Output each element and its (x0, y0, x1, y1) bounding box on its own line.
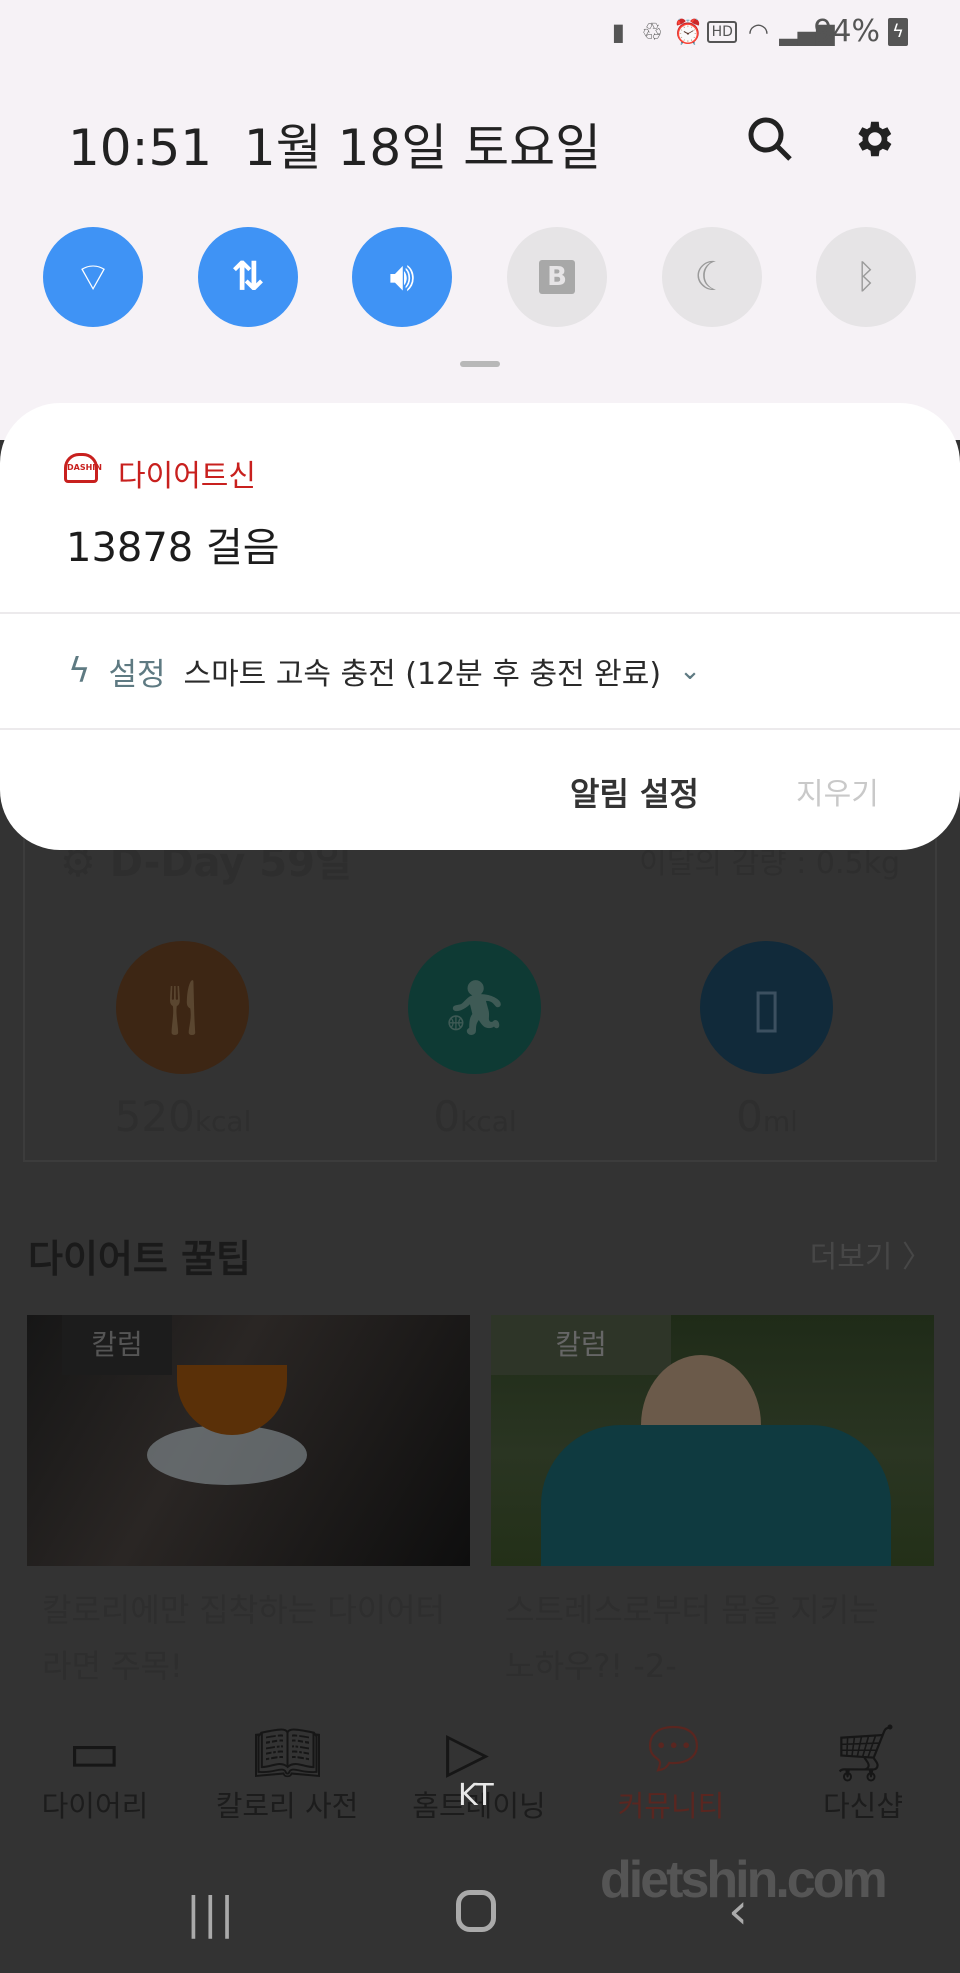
water-unit: ml (762, 1105, 798, 1138)
more-link[interactable]: 더보기 〉 (810, 1232, 932, 1276)
nav-diary[interactable]: 다이어리 (0, 1783, 190, 1825)
divider (0, 728, 960, 730)
carrier-label: KT (458, 1778, 494, 1813)
article-image-1[interactable]: 칼럼 (27, 1315, 470, 1566)
recents-button[interactable]: ||| (186, 1888, 236, 1939)
charging-text: 스마트 고속 충전 (12분 후 충전 완료) (183, 657, 662, 692)
bixby-routines-toggle[interactable]: B (507, 227, 607, 327)
article-tag: 칼럼 (62, 1315, 172, 1375)
notification-app-name: 다이어트신 (118, 459, 256, 494)
moon-icon: ☾ (694, 254, 730, 300)
notification-settings-button[interactable]: 알림 설정 (570, 769, 699, 815)
wifi-icon: ⌔ (74, 255, 112, 301)
water-button[interactable]: ▯ (700, 941, 833, 1074)
cart-icon: 🛒︎ (830, 1721, 902, 1786)
clock-date: 10:51 1월 18일 토요일 (68, 108, 601, 180)
wallet-icon: ▭ (68, 1720, 121, 1785)
charging-app-name: 설정 (108, 656, 166, 693)
exercise-kcal: 0kcal (375, 1092, 575, 1141)
meal-button[interactable]: 🍴︎ (116, 941, 249, 1074)
notification-card[interactable]: DASHIN 다이어트신 13878 걸음 ϟ 설정 스마트 고속 충전 (12… (0, 403, 960, 850)
book-icon: 📖︎ (252, 1721, 324, 1786)
exercise-unit: kcal (460, 1105, 517, 1138)
wifi-icon: ◠ (747, 17, 769, 46)
bixby-icon: B (539, 260, 575, 294)
nav-community[interactable]: 커뮤니티 (576, 1783, 766, 1825)
battery-saver-icon: ▮ (611, 17, 625, 46)
mobile-data-toggle[interactable]: ⇅ (198, 227, 298, 327)
video-play-icon: ▷ (446, 1720, 490, 1785)
bluetooth-icon: ᛒ (855, 257, 877, 297)
sound-toggle[interactable]: 🔊︎ (352, 227, 452, 327)
charging-notification[interactable]: ϟ 설정 스마트 고속 충전 (12분 후 충전 완료) ⌄ (0, 614, 960, 728)
search-icon[interactable] (745, 114, 795, 164)
signal-icon: ▂▄▆ (779, 17, 835, 46)
home-button[interactable] (456, 1890, 496, 1932)
notification-text: 13878 걸음 (66, 525, 280, 571)
gear-icon[interactable] (850, 116, 896, 162)
lightning-icon: ϟ (68, 651, 91, 691)
glass-icon: ▯ (751, 976, 782, 1039)
chevron-right-icon: 〉 (902, 1240, 932, 1275)
speaker-icon: 🔊︎ (389, 254, 415, 300)
meal-kcal: 520kcal (83, 1092, 283, 1141)
meal-value: 520 (114, 1092, 195, 1141)
alarm-icon: ⏰ (673, 17, 704, 46)
water-value: 0 (736, 1092, 763, 1141)
tips-title: 다이어트 꿀팁 (28, 1237, 251, 1281)
recycle-icon: ♲ (641, 17, 664, 46)
status-bar: ▮ ♲ ⏰ HD ◠ ▂▄▆ 94% ϟ (605, 14, 908, 49)
dashin-logo-icon: DASHIN (64, 453, 102, 483)
data-arrows-icon: ⇅ (231, 254, 265, 300)
article-image-2[interactable]: 칼럼 (491, 1315, 934, 1566)
fruit-shape (177, 1365, 287, 1435)
more-label: 더보기 (809, 1240, 893, 1275)
battery-charging-icon: ϟ (888, 17, 908, 46)
date[interactable]: 1월 18일 토요일 (244, 119, 601, 177)
battery-percent: 94% (813, 14, 880, 49)
wifi-toggle[interactable]: ⌔ (43, 227, 143, 327)
water-ml: 0ml (667, 1092, 867, 1141)
notification-shade (0, 0, 960, 440)
clock[interactable]: 10:51 (68, 119, 212, 177)
back-button[interactable]: ‹ (728, 1882, 748, 1940)
exercise-button[interactable]: ⛹︎ (408, 941, 541, 1074)
night-mode-toggle[interactable]: ☾ (662, 227, 762, 327)
person-body (541, 1425, 891, 1566)
chat-icon: 💬︎ (638, 1717, 710, 1782)
squat-icon: ⛹︎ (440, 976, 509, 1039)
exercise-value: 0 (433, 1092, 461, 1141)
article-tag: 칼럼 (491, 1315, 671, 1375)
article-title-1[interactable]: 칼로리에만 집착하는 다이어터라면 주목! (42, 1582, 452, 1694)
chevron-down-icon[interactable]: ⌄ (679, 656, 701, 686)
expand-handle[interactable] (460, 361, 500, 367)
bluetooth-toggle[interactable]: ᛒ (816, 227, 916, 327)
article-title-2[interactable]: 스트레스로부터 몸을 지키는 노하우?! -2- (505, 1582, 915, 1694)
nav-shop[interactable]: 다신샵 (768, 1783, 958, 1825)
nav-calorie-dictionary[interactable]: 칼로리 사전 (192, 1783, 382, 1825)
meal-unit: kcal (194, 1105, 252, 1138)
cutlery-icon: 🍴︎ (148, 976, 217, 1039)
hd-voice-icon: HD (707, 20, 738, 43)
clear-button[interactable]: 지우기 (796, 769, 879, 813)
